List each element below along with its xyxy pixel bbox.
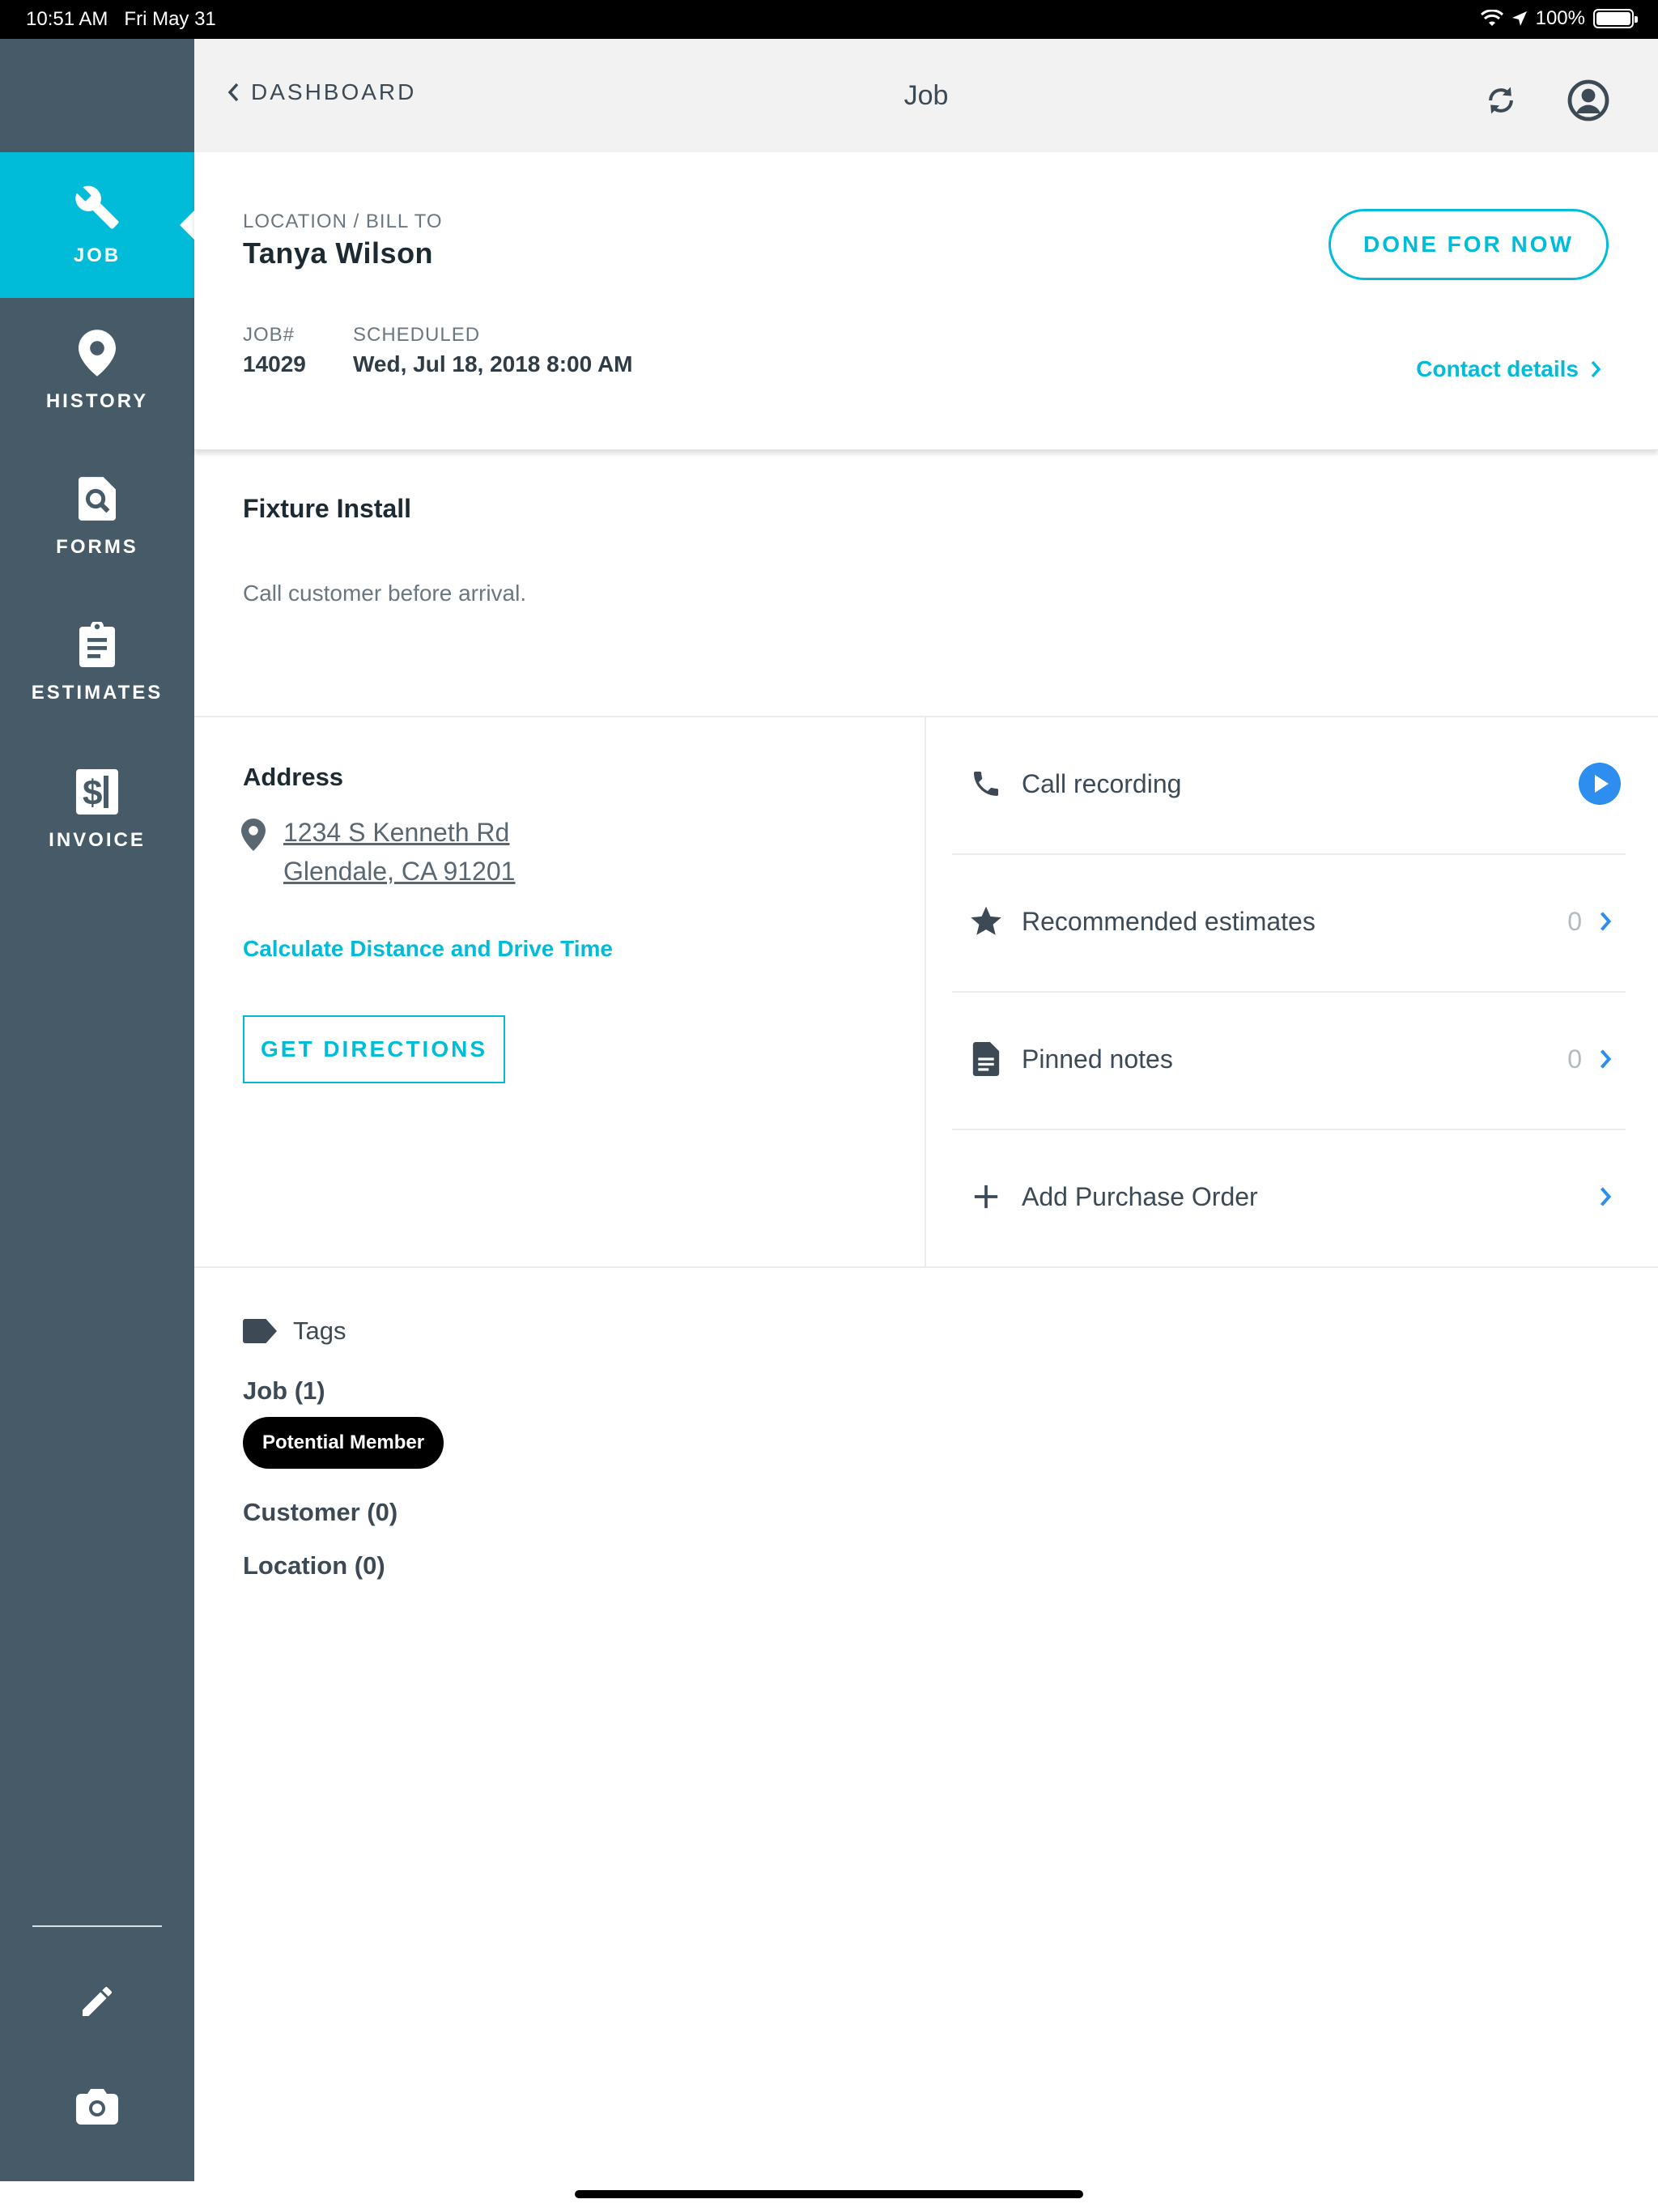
customer-name: Tanya Wilson (243, 236, 434, 270)
back-to-dashboard-button[interactable]: DASHBOARD (227, 79, 416, 105)
tags-header: Tags (243, 1317, 346, 1346)
wifi-icon (1480, 10, 1503, 26)
sidebar-item-job[interactable]: JOB (0, 152, 194, 298)
action-label: Call recording (1022, 768, 1182, 798)
sidebar-item-estimates[interactable]: ESTIMATES (0, 589, 194, 735)
customer-tags-group: Customer (0) (243, 1498, 398, 1526)
recommended-estimates-row[interactable]: Recommended estimates 0 (952, 853, 1626, 989)
column-divider (925, 717, 926, 1268)
address-line-2: Glendale, CA 91201 (283, 857, 516, 886)
chevron-right-icon (1591, 360, 1601, 378)
contact-details-link[interactable]: Contact details (1416, 356, 1601, 382)
chevron-right-icon (1593, 1048, 1618, 1070)
top-header: DASHBOARD Job (194, 39, 1658, 152)
pinned-notes-row[interactable]: Pinned notes 0 (952, 991, 1626, 1127)
sidebar-item-label: HISTORY (45, 390, 149, 412)
plus-icon (960, 1183, 1012, 1210)
calculate-drive-time-link[interactable]: Calculate Distance and Drive Time (243, 936, 613, 962)
pencil-icon[interactable] (68, 1972, 126, 2031)
location-label: LOCATION / BILL TO (243, 211, 443, 232)
sidebar-item-invoice[interactable]: $ INVOICE (0, 737, 194, 883)
action-label: Pinned notes (1022, 1044, 1173, 1074)
location-pin-icon (73, 329, 121, 377)
job-type-title: Fixture Install (243, 494, 412, 523)
sidebar-item-label: INVOICE (49, 829, 146, 851)
battery-icon (1593, 9, 1638, 28)
location-tags-group: Location (0) (243, 1551, 385, 1580)
clipboard-icon (73, 620, 121, 669)
wrench-icon (73, 183, 121, 232)
sidebar-item-history[interactable]: HISTORY (0, 298, 194, 444)
location-pin-icon (241, 819, 266, 851)
tag-chip[interactable]: Potential Member (243, 1417, 444, 1469)
action-label: Recommended estimates (1022, 906, 1316, 936)
address-link[interactable]: 1234 S Kenneth Rd Glendale, CA 91201 (283, 813, 515, 891)
add-purchase-order-row[interactable]: Add Purchase Order (952, 1129, 1626, 1265)
sidebar-item-label: JOB (73, 245, 121, 266)
invoice-dollar-icon: $ (73, 768, 121, 816)
sync-icon[interactable] (1480, 79, 1522, 121)
recommended-estimates-count: 0 (1567, 906, 1582, 936)
phone-icon (960, 768, 1012, 800)
sidebar-item-forms[interactable]: FORMS (0, 444, 194, 589)
address-line-1: 1234 S Kenneth Rd (283, 818, 510, 847)
status-bar: 10:51 AM Fri May 31 100% (0, 0, 1658, 39)
home-indicator (575, 2190, 1083, 2198)
document-icon (960, 1042, 1012, 1076)
status-time: 10:51 AM Fri May 31 (26, 8, 216, 30)
chevron-right-icon (1593, 910, 1618, 933)
star-icon (960, 904, 1012, 938)
svg-text:$: $ (83, 773, 102, 813)
back-label: DASHBOARD (251, 79, 417, 104)
scheduled-label: SCHEDULED (353, 324, 481, 346)
tag-icon (243, 1319, 277, 1343)
job-summary-note: Call customer before arrival. (243, 581, 527, 606)
job-tags-group: Job (1) (243, 1376, 325, 1405)
call-recording-row[interactable]: Call recording (952, 716, 1626, 852)
camera-icon[interactable] (68, 2076, 126, 2134)
chevron-left-icon (227, 83, 239, 102)
scheduled-value: Wed, Jul 18, 2018 8:00 AM (353, 351, 633, 376)
pinned-notes-count: 0 (1567, 1044, 1582, 1074)
battery-percent: 100% (1535, 7, 1585, 29)
action-label: Add Purchase Order (1022, 1181, 1258, 1211)
address-title: Address (243, 763, 344, 791)
account-icon[interactable] (1567, 79, 1609, 121)
job-summary-card: LOCATION / BILL TO Tanya Wilson DONE FOR… (194, 152, 1658, 450)
sidebar: JOB HISTORY FORMS ESTIMATES $ INVOICE (0, 39, 194, 2181)
sidebar-item-label: FORMS (56, 536, 138, 558)
sidebar-divider (32, 1925, 162, 1927)
job-number: 14029 (243, 351, 306, 376)
status-indicators: 100% (1480, 7, 1638, 30)
tags-title: Tags (293, 1317, 346, 1345)
sidebar-item-label: ESTIMATES (31, 682, 164, 704)
chevron-right-icon (1593, 1185, 1618, 1208)
contact-details-label: Contact details (1416, 356, 1579, 381)
section-divider (194, 1266, 1658, 1268)
form-search-icon (73, 474, 121, 523)
job-number-label: JOB# (243, 324, 295, 346)
done-for-now-button[interactable]: DONE FOR NOW (1329, 209, 1609, 280)
location-arrow-icon (1511, 11, 1527, 26)
play-icon[interactable] (1577, 763, 1622, 805)
get-directions-button[interactable]: GET DIRECTIONS (243, 1015, 505, 1083)
